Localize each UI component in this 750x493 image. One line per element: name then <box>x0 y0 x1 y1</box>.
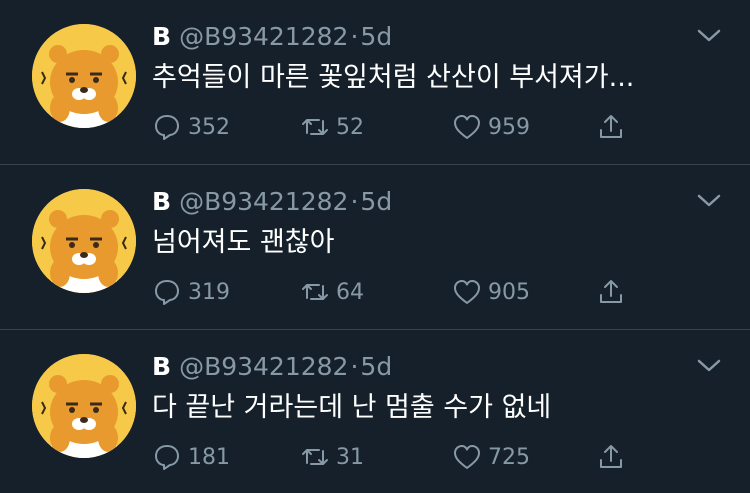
like-button[interactable]: 905 <box>452 275 530 309</box>
user-handle[interactable]: @B93421282 <box>179 187 348 216</box>
like-count: 905 <box>488 279 530 305</box>
retweet-count: 64 <box>336 279 364 305</box>
display-name[interactable]: B <box>152 187 171 216</box>
share-button[interactable] <box>596 110 632 144</box>
tweet[interactable]: B @B93421282·5d 다 끝난 거라는데 난 멈출 수가 없네 181 … <box>0 330 750 493</box>
tweet-header: B @B93421282·5d <box>152 187 392 217</box>
retweet-count: 31 <box>336 444 364 470</box>
tweet-text: 추억들이 마른 꽃잎처럼 산산이 부서져가... <box>152 62 635 93</box>
retweet-count: 52 <box>336 114 364 140</box>
chevron-down-icon[interactable] <box>696 28 722 44</box>
separator-dot: · <box>350 352 359 381</box>
tweet-header: B @B93421282·5d <box>152 352 392 382</box>
reply-button[interactable]: 181 <box>152 440 230 474</box>
separator-dot: · <box>350 187 359 216</box>
retweet-button[interactable]: 31 <box>300 440 364 474</box>
chevron-down-icon[interactable] <box>696 358 722 374</box>
user-handle[interactable]: @B93421282 <box>179 22 348 51</box>
reply-count: 319 <box>188 279 230 305</box>
retweet-button[interactable]: 64 <box>300 275 364 309</box>
tweet[interactable]: B @B93421282·5d 추억들이 마른 꽃잎처럼 산산이 부서져가... … <box>0 0 750 165</box>
reply-bubble-icon <box>155 445 179 470</box>
retweet-icon <box>302 284 328 300</box>
retweet-icon <box>302 119 328 135</box>
heart-icon <box>454 115 480 139</box>
reply-bubble-icon <box>155 280 179 305</box>
like-count: 725 <box>488 444 530 470</box>
tweet-text: 넘어져도 괜찮아 <box>152 227 335 258</box>
reply-button[interactable]: 352 <box>152 110 230 144</box>
chevron-down-icon[interactable] <box>696 193 722 209</box>
tweet[interactable]: B @B93421282·5d 넘어져도 괜찮아 319 64 905 <box>0 165 750 330</box>
share-upload-icon <box>600 445 622 468</box>
timeline-feed: B @B93421282·5d 추억들이 마른 꽃잎처럼 산산이 부서져가... … <box>0 0 750 493</box>
timestamp[interactable]: 5d <box>360 22 392 51</box>
share-button[interactable] <box>596 275 632 309</box>
tweet-actions: 319 64 905 <box>152 275 652 309</box>
separator-dot: · <box>350 22 359 51</box>
avatar[interactable] <box>32 354 136 458</box>
retweet-button[interactable]: 52 <box>300 110 364 144</box>
bear-avatar-image <box>32 189 136 293</box>
display-name[interactable]: B <box>152 352 171 381</box>
tweet-header: B @B93421282·5d <box>152 22 392 52</box>
share-upload-icon <box>600 280 622 303</box>
tweet-actions: 352 52 959 <box>152 110 652 144</box>
reply-count: 352 <box>188 114 230 140</box>
like-count: 959 <box>488 114 530 140</box>
timestamp[interactable]: 5d <box>360 187 392 216</box>
reply-bubble-icon <box>155 115 179 140</box>
share-upload-icon <box>600 115 622 138</box>
retweet-icon <box>302 449 328 465</box>
avatar[interactable] <box>32 24 136 128</box>
timestamp[interactable]: 5d <box>360 352 392 381</box>
share-button[interactable] <box>596 440 632 474</box>
avatar[interactable] <box>32 189 136 293</box>
heart-icon <box>454 445 480 469</box>
heart-icon <box>454 280 480 304</box>
bear-avatar-image <box>32 24 136 128</box>
display-name[interactable]: B <box>152 22 171 51</box>
like-button[interactable]: 725 <box>452 440 530 474</box>
like-button[interactable]: 959 <box>452 110 530 144</box>
bear-avatar-image <box>32 354 136 458</box>
tweet-text: 다 끝난 거라는데 난 멈출 수가 없네 <box>152 392 552 423</box>
reply-count: 181 <box>188 444 230 470</box>
user-handle[interactable]: @B93421282 <box>179 352 348 381</box>
tweet-actions: 181 31 725 <box>152 440 652 474</box>
reply-button[interactable]: 319 <box>152 275 230 309</box>
